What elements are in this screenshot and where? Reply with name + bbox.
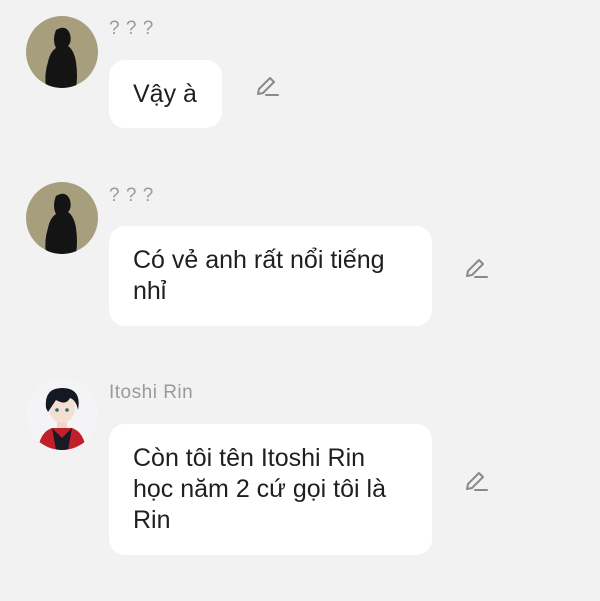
edit-message-button[interactable]: [462, 468, 490, 496]
silhouette-avatar-icon: [26, 16, 98, 88]
edit-message-button[interactable]: [462, 255, 490, 283]
silhouette-avatar-icon: [26, 182, 98, 254]
pencil-icon: [257, 77, 279, 96]
anime-boy-avatar-icon: [26, 378, 98, 450]
message-bubble[interactable]: Còn tôi tên Itoshi Rin học năm 2 cứ gọi …: [109, 424, 432, 555]
avatar[interactable]: [26, 16, 98, 88]
sender-name: ? ? ?: [109, 185, 154, 206]
avatar[interactable]: [26, 182, 98, 254]
edit-message-button[interactable]: [253, 73, 281, 101]
sender-name: Itoshi Rin: [109, 382, 194, 403]
pencil-icon: [466, 472, 488, 491]
pencil-icon: [466, 259, 488, 278]
message-bubble[interactable]: Có vẻ anh rất nổi tiếng nhỉ: [109, 226, 432, 326]
sender-name: ? ? ?: [109, 18, 154, 39]
avatar[interactable]: [26, 378, 98, 450]
message-bubble[interactable]: Vậy à: [109, 60, 222, 128]
